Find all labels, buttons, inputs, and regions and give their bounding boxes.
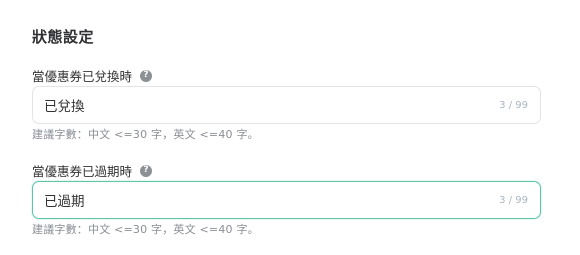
redeemed-text-field[interactable]: 3 / 99 — [32, 86, 541, 124]
expired-field-label-row: 當優惠券已過期時 ? — [32, 161, 153, 180]
redeemed-char-counter: 3 / 99 — [499, 99, 528, 111]
redeemed-text-input[interactable] — [33, 87, 500, 123]
expired-text-input[interactable] — [33, 182, 500, 218]
expired-char-counter: 3 / 99 — [499, 194, 528, 206]
help-icon[interactable]: ? — [140, 164, 153, 177]
redeemed-field-label: 當優惠券已兌換時 — [32, 69, 133, 84]
expired-text-field[interactable]: 3 / 99 — [32, 181, 541, 219]
expired-field-label: 當優惠券已過期時 — [32, 164, 133, 179]
section-title: 狀態設定 — [32, 28, 95, 46]
redeemed-field-label-row: 當優惠券已兌換時 ? — [32, 66, 153, 85]
redeemed-hint: 建議字數：中文 <=30 字，英文 <=40 字。 — [32, 128, 259, 141]
expired-hint: 建議字數：中文 <=30 字，英文 <=40 字。 — [32, 223, 259, 236]
help-icon[interactable]: ? — [140, 69, 153, 82]
status-settings-panel: 狀態設定 當優惠券已兌換時 ? 3 / 99 建議字數：中文 <=30 字，英文… — [0, 0, 580, 255]
